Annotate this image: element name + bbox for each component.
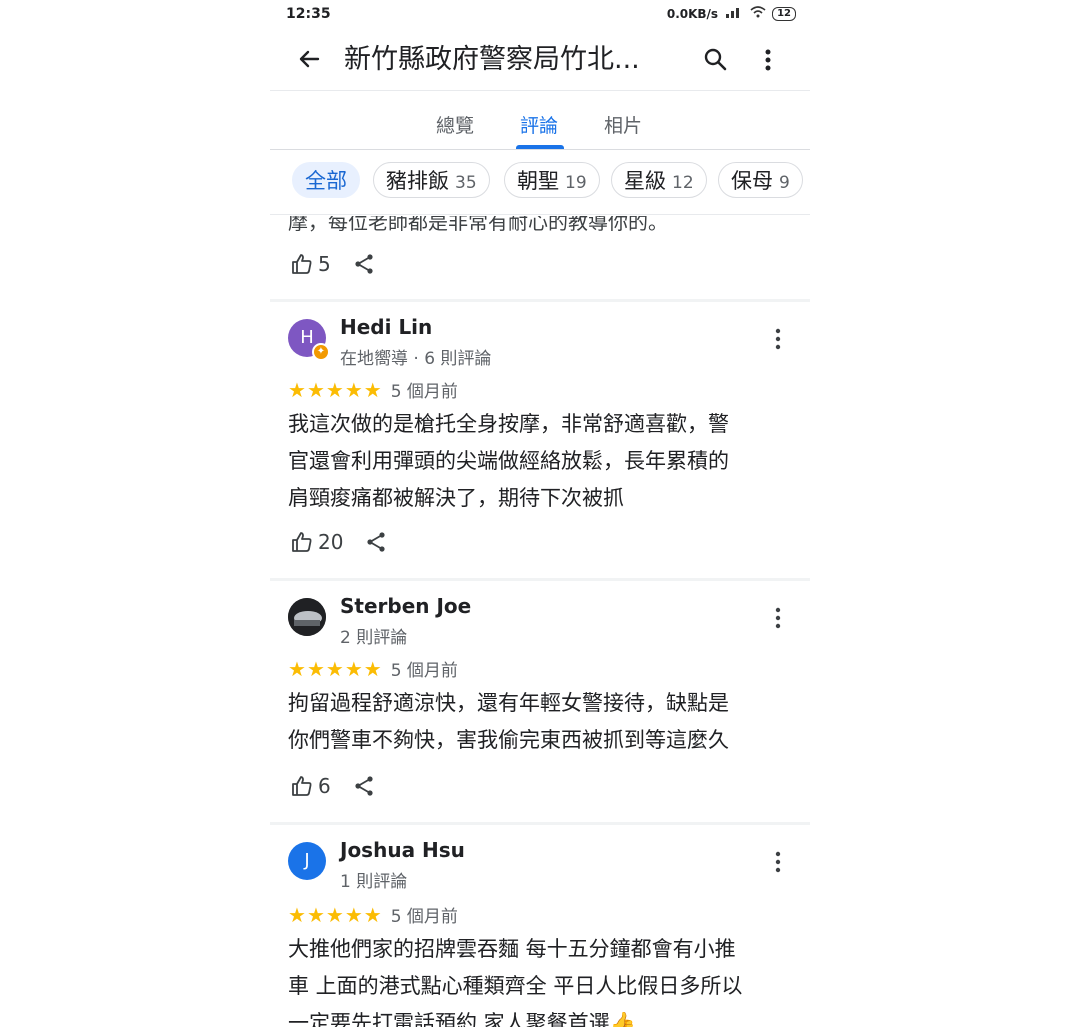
review-more-options-icon[interactable]	[770, 326, 786, 352]
status-bar: 12:35 0.0KB/s 12	[270, 0, 810, 30]
star-icon: ★	[306, 902, 325, 927]
previous-review-text: 摩，每位老師都是非常有耐心的教導你的。	[288, 210, 668, 234]
status-time: 12:35	[286, 6, 331, 22]
star-icon: ★	[363, 656, 382, 681]
review-text-line: 拘留過程舒適涼快，還有年輕女警接待，缺點是	[288, 691, 729, 715]
chip-label: 豬排飯	[386, 169, 449, 193]
chip-label: 朝聖	[517, 169, 559, 193]
reviewer-name[interactable]: Joshua Hsu	[340, 838, 465, 862]
back-arrow-icon[interactable]	[294, 44, 324, 74]
thumbs-up-icon[interactable]	[290, 774, 314, 798]
reviewer-meta: 在地嚮導 · 6 則評論	[340, 349, 492, 369]
review-text: 我這次做的是槍托全身按摩，非常舒適喜歡，警 官還會利用彈頭的尖端做經絡放鬆，長年…	[288, 406, 798, 517]
chips-divider	[270, 214, 810, 215]
chip-star-rating[interactable]: 星級 12	[611, 162, 707, 198]
chip-label: 保母	[731, 169, 773, 193]
chip-count: 35	[455, 173, 477, 193]
chip-pilgrimage[interactable]: 朝聖 19	[504, 162, 600, 198]
review-text-line: 我這次做的是槍托全身按摩，非常舒適喜歡，警	[288, 412, 729, 436]
review-text-line: 肩頸痠痛都被解決了，期待下次被抓	[288, 486, 624, 510]
maps-reviews-screen: 12:35 0.0KB/s 12 新竹縣政府警察局竹北... 總覽 評論 相片	[270, 0, 810, 1027]
like-count: 20	[318, 530, 344, 554]
star-rating: ★ ★ ★ ★ ★ 5 個月前	[288, 902, 458, 928]
thumbs-up-icon[interactable]	[290, 530, 314, 554]
signal-icon	[724, 6, 744, 21]
star-icon: ★	[306, 377, 325, 402]
review-text-line: 一定要先打電話預約 家人聚餐首選👍	[288, 1011, 636, 1027]
review-text-line: 官還會利用彈頭的尖端做經絡放鬆，長年累積的	[288, 449, 729, 473]
reviewer-name[interactable]: Sterben Joe	[340, 594, 471, 618]
search-icon[interactable]	[702, 46, 730, 74]
review-card: J Joshua Hsu 1 則評論 ★ ★ ★ ★ ★ 5 個月前 大推他們家的招牌雲…	[270, 825, 810, 1027]
tab-overview[interactable]: 總覽	[436, 111, 474, 138]
chip-label: 全部	[305, 169, 347, 193]
status-indicators: 0.0KB/s 12	[667, 6, 796, 21]
battery-icon: 12	[772, 6, 796, 21]
review-text-line: 車 上面的港式點心種類齊全 平日人比假日多所以	[288, 974, 743, 998]
star-icon: ★	[363, 902, 382, 927]
share-icon[interactable]	[353, 775, 375, 797]
network-speed: 0.0KB/s	[666, 6, 719, 21]
review-date: 5 個月前	[390, 382, 458, 402]
review-text: 大推他們家的招牌雲吞麵 每十五分鐘都會有小推 車 上面的港式點心種類齊全 平日人…	[288, 931, 798, 1027]
review-actions: 20	[290, 526, 387, 558]
share-icon[interactable]	[365, 531, 387, 553]
chip-count: 12	[672, 173, 694, 193]
app-bar: 新竹縣政府警察局竹北...	[270, 30, 810, 90]
star-icon: ★	[325, 377, 344, 402]
star-icon: ★	[325, 902, 344, 927]
chip-label: 星級	[624, 169, 666, 193]
chip-all[interactable]: 全部	[292, 162, 360, 198]
reviewer-name[interactable]: Hedi Lin	[340, 315, 432, 339]
star-icon: ★	[288, 902, 306, 927]
more-options-icon[interactable]	[760, 46, 776, 74]
review-card: H ✦ Hedi Lin 在地嚮導 · 6 則評論 ★ ★ ★ ★ ★ 5 個月前 我這…	[270, 302, 810, 580]
star-rating: ★ ★ ★ ★ ★ 5 個月前	[288, 656, 458, 682]
previous-review-actions: 5	[290, 248, 375, 280]
review-text-line: 大推他們家的招牌雲吞麵 每十五分鐘都會有小推	[288, 937, 736, 961]
star-icon: ★	[288, 656, 306, 681]
chip-nanny[interactable]: 保母 9	[718, 162, 803, 198]
reviewer-meta: 2 則評論	[340, 628, 408, 648]
review-date: 5 個月前	[390, 661, 458, 681]
tab-reviews[interactable]: 評論	[520, 111, 558, 138]
tab-bar: 總覽 評論 相片	[270, 90, 810, 150]
review-more-options-icon[interactable]	[770, 849, 786, 875]
review-more-options-icon[interactable]	[770, 605, 786, 631]
reviewer-meta: 1 則評論	[340, 872, 408, 892]
avatar[interactable]	[288, 598, 326, 636]
wifi-icon	[750, 6, 766, 21]
thumbs-up-icon[interactable]	[290, 252, 314, 276]
share-icon[interactable]	[353, 253, 375, 275]
star-icon: ★	[344, 902, 363, 927]
star-icon: ★	[344, 656, 363, 681]
star-icon: ★	[288, 377, 306, 402]
review-text: 拘留過程舒適涼快，還有年輕女警接待，缺點是 你們警車不夠快，害我偷完東西被抓到等…	[288, 685, 798, 759]
like-count: 6	[318, 774, 331, 798]
review-card: Sterben Joe 2 則評論 ★ ★ ★ ★ ★ 5 個月前 拘留過程舒適涼快，還…	[270, 581, 810, 823]
tab-photos[interactable]: 相片	[604, 111, 642, 138]
review-text-line: 你們警車不夠快，害我偷完東西被抓到等這麼久	[288, 728, 729, 752]
avatar-photo	[288, 598, 326, 636]
chip-count: 19	[565, 173, 587, 193]
star-rating: ★ ★ ★ ★ ★ 5 個月前	[288, 377, 458, 403]
chip-pork-chop-rice[interactable]: 豬排飯 35	[373, 162, 490, 198]
star-icon: ★	[306, 656, 325, 681]
review-filter-chips: 全部 豬排飯 35 朝聖 19 星級 12 保母 9	[270, 160, 810, 206]
active-tab-indicator	[516, 145, 564, 149]
page-title: 新竹縣政府警察局竹北...	[344, 44, 640, 75]
star-icon: ★	[325, 656, 344, 681]
avatar[interactable]: J	[288, 842, 326, 880]
like-count: 5	[318, 252, 331, 276]
star-icon: ★	[344, 377, 363, 402]
star-icon: ★	[363, 377, 382, 402]
chip-count: 9	[779, 173, 790, 193]
review-actions: 6	[290, 770, 375, 802]
local-guide-badge-icon: ✦	[312, 343, 330, 361]
review-date: 5 個月前	[390, 907, 458, 927]
